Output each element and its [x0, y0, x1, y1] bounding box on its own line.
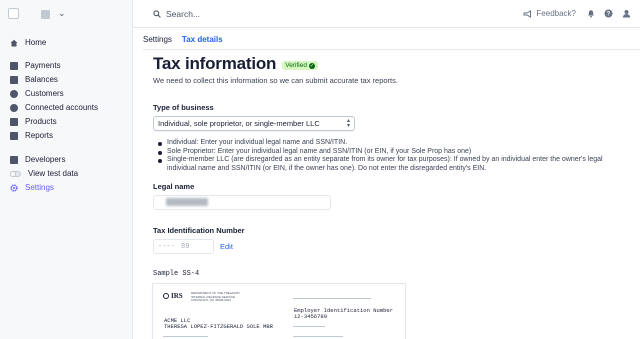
page-subtitle: We need to collect this information so w…: [153, 76, 398, 85]
badge-label: Verified: [285, 62, 307, 69]
page-title: Tax information: [153, 54, 277, 73]
help-icon[interactable]: ?: [604, 9, 613, 18]
connected-accounts-icon: [10, 103, 18, 112]
business-type-select[interactable]: Individual, sole proprietor, or single-m…: [153, 116, 355, 131]
tin-masked-suffix: 89: [181, 243, 190, 251]
form-rule: [163, 336, 208, 337]
irs-seal-icon: [163, 293, 169, 299]
form-rule: [293, 326, 325, 327]
main-content: Tax information Verified ✓ We need to co…: [153, 54, 632, 85]
svg-text:?: ?: [607, 12, 611, 18]
gear-icon: [10, 183, 18, 192]
sidebar-item-customers[interactable]: Customers: [10, 89, 64, 98]
top-icons: ?: [587, 9, 631, 18]
feedback-button[interactable]: Feedback?: [523, 9, 576, 18]
sidebar-item-settings[interactable]: Settings: [10, 183, 54, 192]
irs-logo: IRS: [163, 292, 183, 300]
verified-badge: Verified ✓: [282, 61, 318, 70]
tin-field: ---- 89: [153, 239, 214, 254]
sidebar-item-label: Reports: [25, 131, 54, 140]
sample-ss4-form: IRS DEPARTMENT OF THE TREASURY INTERNAL …: [153, 284, 405, 339]
view-test-data-toggle[interactable]: View test data: [10, 169, 78, 178]
bell-icon[interactable]: [587, 9, 595, 18]
legal-name-field[interactable]: [153, 195, 331, 210]
products-icon: [10, 117, 18, 126]
payments-icon: [10, 61, 18, 70]
sidebar-item-label: Home: [25, 38, 47, 47]
sidebar-item-label: Settings: [25, 183, 54, 192]
sidebar-item-reports[interactable]: Reports: [10, 131, 53, 140]
account-avatar: [41, 10, 50, 19]
customers-icon: [10, 89, 18, 98]
sidebar-item-products[interactable]: Products: [10, 117, 57, 126]
header-divider: [143, 49, 640, 50]
search-icon: [153, 10, 161, 18]
developers-icon: [10, 155, 18, 164]
company-line-2: THERESA LOPEZ-FITZGERALD SOLE MBR: [164, 323, 273, 330]
sidebar-item-connected-accounts[interactable]: Connected accounts: [10, 103, 98, 112]
account-icon[interactable]: [622, 9, 631, 18]
sidebar-item-home[interactable]: Home: [10, 38, 46, 47]
sidebar-item-label: Customers: [25, 89, 64, 98]
tin-label: Tax Identification Number: [153, 226, 245, 235]
check-circle-icon: ✓: [308, 62, 315, 69]
list-item: Individual: Enter your individual legal …: [158, 139, 628, 148]
breadcrumb: Settings Tax details: [143, 35, 223, 44]
breadcrumb-current: Tax details: [181, 35, 223, 44]
sidebar-item-label: Products: [25, 117, 57, 126]
sidebar: ⌄ Home Payments Balances Customers Conne…: [0, 0, 133, 339]
sidebar-item-balances[interactable]: Balances: [10, 75, 58, 84]
reports-icon: [10, 131, 18, 140]
top-bar: Search... Feedback? ?: [133, 0, 640, 28]
account-logo-icon: [8, 7, 19, 19]
form-rule: [293, 298, 371, 299]
legal-name-label: Legal name: [153, 182, 195, 191]
sample-label: Sample SS-4: [153, 270, 200, 278]
business-type-value: Individual, sole proprietor, or single-m…: [158, 119, 320, 128]
sidebar-item-label: Balances: [25, 75, 58, 84]
ein-value: 12-3456789: [294, 313, 328, 320]
list-item: Sole Proprietor: Enter your individual l…: [158, 148, 628, 157]
toggle-icon[interactable]: [10, 170, 21, 177]
search-input[interactable]: Search...: [166, 9, 200, 19]
account-switcher[interactable]: ⌄: [8, 7, 66, 19]
irs-address: DEPARTMENT OF THE TREASURY INTERNAL REVE…: [191, 291, 240, 303]
feedback-label: Feedback?: [536, 9, 576, 18]
irs-logo-text: IRS: [171, 292, 183, 300]
sidebar-item-label: Developers: [25, 155, 66, 164]
breadcrumb-settings-link[interactable]: Settings: [143, 35, 172, 44]
balances-icon: [10, 75, 18, 84]
home-icon: [10, 39, 18, 46]
search-bar[interactable]: Search...: [153, 9, 200, 19]
sidebar-item-label: Connected accounts: [25, 103, 98, 112]
irs-address-line: CINCINNATI, OH 45999-0023: [191, 298, 231, 302]
sidebar-item-label: View test data: [28, 169, 79, 178]
tin-edit-link[interactable]: Edit: [220, 242, 233, 251]
megaphone-icon: [523, 9, 532, 18]
sidebar-item-developers[interactable]: Developers: [10, 155, 65, 164]
tin-masked-prefix: ----: [158, 243, 175, 251]
chevron-down-icon[interactable]: ⌄: [58, 8, 66, 19]
list-item: Single-member LLC (are disregarded as an…: [158, 156, 628, 173]
redacted-name: [166, 198, 208, 206]
business-type-help-list: Individual: Enter your individual legal …: [158, 139, 628, 173]
business-type-label: Type of business: [153, 103, 214, 112]
form-rule: [293, 336, 343, 337]
sidebar-item-payments[interactable]: Payments: [10, 61, 61, 70]
sidebar-item-label: Payments: [25, 61, 61, 70]
select-arrows-icon: ▴ ▾: [346, 117, 350, 129]
